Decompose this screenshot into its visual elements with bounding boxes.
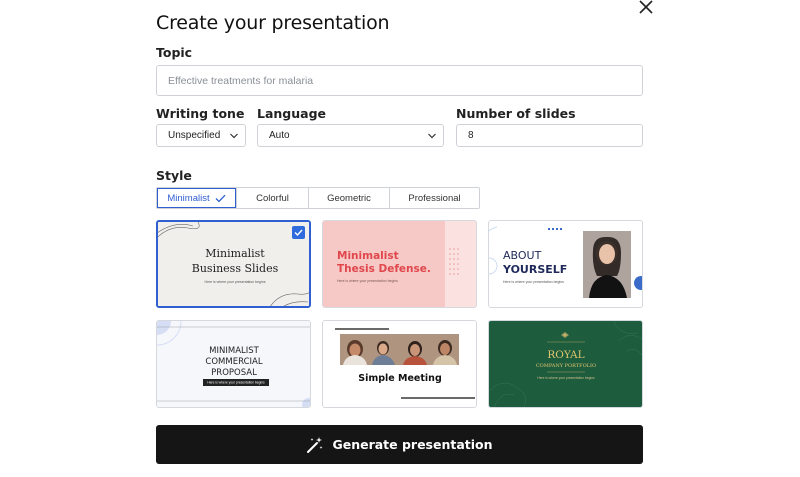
template-title: Minimalist xyxy=(205,247,265,260)
template-title: COMPANY PORTFOLIO xyxy=(536,363,596,369)
language-value: Auto xyxy=(269,130,290,141)
template-title: COMMERCIAL xyxy=(205,357,262,367)
style-option-colorful[interactable]: Colorful xyxy=(237,188,309,208)
check-icon xyxy=(292,226,305,239)
language-label: Language xyxy=(257,106,327,121)
template-title: Simple Meeting xyxy=(358,373,442,384)
generate-presentation-button[interactable]: Generate presentation xyxy=(156,425,643,464)
template-title: Minimalist xyxy=(337,250,399,262)
template-card-about-yourself[interactable]: ABOUT YOURSELF Here is where your presen… xyxy=(488,220,643,308)
slides-label: Number of slides xyxy=(456,106,576,121)
style-label: Style xyxy=(156,168,192,183)
template-subtitle: Here is where your presentation begins xyxy=(337,279,398,283)
dialog-title: Create your presentation xyxy=(156,12,390,34)
template-title: ABOUT xyxy=(503,249,542,262)
template-title: PROPOSAL xyxy=(211,368,257,378)
template-subtitle: Here is where your presentation begins xyxy=(503,280,564,284)
template-subtitle: Here is where your presentation begins xyxy=(205,280,266,284)
writing-tone-label: Writing tone xyxy=(156,106,245,121)
writing-tone-value: Unspecified xyxy=(168,130,221,141)
check-icon xyxy=(215,194,226,202)
topic-input[interactable]: Effective treatments for malaria xyxy=(156,65,643,96)
template-card-minimalist-business[interactable]: Minimalist Business Slides Here is where… xyxy=(156,220,311,308)
template-title: YOURSELF xyxy=(502,263,567,276)
template-card-royal-portfolio[interactable]: ROYAL COMPANY PORTFOLIO Here is where yo… xyxy=(488,320,643,408)
style-option-geometric[interactable]: Geometric xyxy=(309,188,390,208)
generate-button-label: Generate presentation xyxy=(332,437,493,452)
style-option-label: Minimalist xyxy=(167,192,210,204)
template-title: ROYAL xyxy=(547,349,584,361)
slides-input[interactable]: 8 xyxy=(456,124,643,147)
writing-tone-select[interactable]: Unspecified xyxy=(156,124,246,147)
template-subtitle: Here is where your presentation begins xyxy=(207,381,265,385)
template-subtitle: Here is where your presentation begins xyxy=(537,376,595,380)
magic-wand-icon xyxy=(307,436,323,453)
language-select[interactable]: Auto xyxy=(257,124,444,147)
template-title: MINIMALIST xyxy=(209,346,259,356)
template-card-simple-meeting[interactable]: Simple Meeting xyxy=(322,320,477,408)
style-segmented-control: Minimalist Colorful Geometric Profession… xyxy=(156,187,480,209)
template-title: Thesis Defense. xyxy=(337,263,431,275)
template-title: Business Slides xyxy=(192,262,279,275)
template-card-thesis-defense[interactable]: Minimalist Thesis Defense. Here is where… xyxy=(322,220,477,308)
style-option-minimalist[interactable]: Minimalist xyxy=(157,188,237,208)
style-option-professional[interactable]: Professional xyxy=(390,188,479,208)
close-icon[interactable] xyxy=(639,0,657,16)
chevron-down-icon xyxy=(427,132,437,140)
template-card-commercial-proposal[interactable]: MINIMALIST COMMERCIAL PROPOSAL Here is w… xyxy=(156,320,311,408)
topic-label: Topic xyxy=(156,45,193,60)
chevron-down-icon xyxy=(229,132,239,140)
